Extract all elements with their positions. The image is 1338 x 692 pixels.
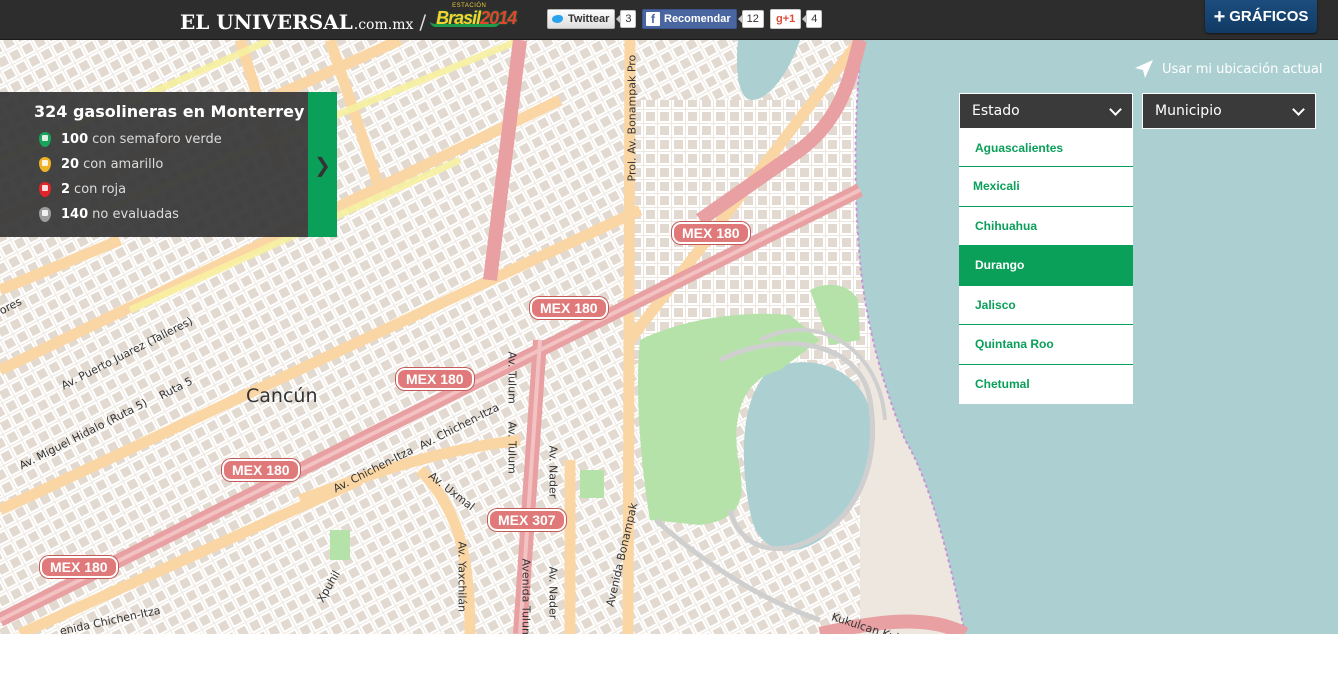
estado-option[interactable]: Aguascalientes xyxy=(959,129,1133,167)
twitter-label: Twittear xyxy=(568,13,610,25)
highway-shield-mex180: MEX 180 xyxy=(396,368,474,390)
street-label: Av. Nader xyxy=(546,445,560,499)
twitter-bird-icon xyxy=(551,13,565,25)
graficos-button[interactable]: + GRÁFICOS xyxy=(1205,0,1317,33)
street-label: Av. Nader xyxy=(546,566,560,620)
gas-pin-yellow-icon xyxy=(39,157,51,172)
municipio-select[interactable]: Municipio xyxy=(1142,93,1316,129)
brand-domain: .com.mx xyxy=(353,17,414,33)
stat-row-yellow: 20 con amarillo xyxy=(34,152,308,177)
top-bar: EL UNIVERSAL .com.mx / ESTACIÓN Brasil20… xyxy=(0,0,1338,40)
brasil-2014-logo[interactable]: ESTACIÓN Brasil2014 xyxy=(430,3,520,29)
estado-option[interactable]: Mexicali xyxy=(959,167,1133,207)
estado-option[interactable]: Chetumal xyxy=(959,364,1133,404)
use-my-location-button[interactable]: Usar mi ubicación actual xyxy=(1134,59,1322,79)
stat-row-green: 100 con semaforo verde xyxy=(34,127,308,152)
logo-swoosh xyxy=(430,21,501,27)
facebook-count: 12 xyxy=(737,10,764,28)
stat-label: con roja xyxy=(74,182,127,197)
twitter-share: Twittear 3 xyxy=(547,9,637,29)
plus-icon: + xyxy=(1213,5,1226,28)
brand-name: EL UNIVERSAL xyxy=(180,10,353,34)
estado-select-label: Estado xyxy=(972,103,1020,119)
twitter-count: 3 xyxy=(616,10,637,28)
facebook-share: f Recomendar 12 xyxy=(642,9,764,29)
stat-count: 100 xyxy=(61,132,89,147)
location-arrow-icon xyxy=(1135,60,1153,78)
use-my-location-label: Usar mi ubicación actual xyxy=(1162,61,1323,77)
gas-pin-green-icon xyxy=(39,132,51,147)
gas-pin-gray-icon xyxy=(39,207,51,222)
estado-option-selected[interactable]: Durango xyxy=(959,246,1133,286)
stat-count: 140 xyxy=(61,207,89,222)
chevron-down-icon xyxy=(1109,103,1122,116)
gplus-share: g+1 4 xyxy=(770,9,823,29)
gas-pin-red-icon xyxy=(39,182,51,197)
park-tiny-2 xyxy=(580,470,604,498)
graficos-label: GRÁFICOS xyxy=(1229,8,1309,25)
estado-option[interactable]: Jalisco xyxy=(959,285,1133,325)
stat-row-gray: 140 no evaluadas xyxy=(34,202,308,227)
street-label: Av. Tulum xyxy=(505,351,519,404)
stat-row-red: 2 con roja xyxy=(34,177,308,202)
estado-option[interactable]: Chihuahua xyxy=(959,206,1133,246)
estado-select[interactable]: Estado xyxy=(959,93,1133,129)
highway-shield-mex180: MEX 180 xyxy=(40,556,118,578)
highway-shield-mex180: MEX 180 xyxy=(222,459,300,481)
street-label: Avenida Tulum xyxy=(519,558,533,635)
stat-count: 20 xyxy=(61,157,80,172)
gplus-button[interactable]: g+1 xyxy=(770,9,802,29)
park-tiny xyxy=(330,530,350,560)
stat-label: con amarillo xyxy=(83,157,164,172)
brand-separator: / xyxy=(419,10,427,34)
stats-panel: 324 gasolineras en Monterrey 100 con sem… xyxy=(0,92,308,237)
chevron-down-icon xyxy=(1292,103,1305,116)
street-label: Av. Yaxchilán xyxy=(455,541,469,613)
estado-option[interactable]: Quintana Roo xyxy=(959,325,1133,365)
stats-title: 324 gasolineras en Monterrey xyxy=(34,102,305,121)
street-label: Av. Tulum xyxy=(505,421,519,474)
estado-dropdown-list: Aguascalientes Mexicali Chihuahua Durang… xyxy=(959,129,1133,404)
stat-label: no evaluadas xyxy=(92,207,179,222)
highway-shield-mex180: MEX 180 xyxy=(672,222,750,244)
site-brand[interactable]: EL UNIVERSAL .com.mx / ESTACIÓN Brasil20… xyxy=(180,3,520,34)
stats-collapse-button[interactable]: ❯ xyxy=(308,92,337,237)
street-label: Prol. Av. Bonampak Pro xyxy=(625,54,639,182)
stat-count: 2 xyxy=(61,182,71,197)
facebook-f-icon: f xyxy=(646,12,660,26)
facebook-label: Recomendar xyxy=(664,13,731,25)
highway-shield-mex307: MEX 307 xyxy=(488,509,566,531)
municipio-select-label: Municipio xyxy=(1155,103,1222,119)
facebook-recommend-button[interactable]: f Recomendar xyxy=(642,9,737,29)
gplus-count: 4 xyxy=(802,10,823,28)
city-label: Cancún xyxy=(246,385,318,407)
highway-shield-mex180: MEX 180 xyxy=(530,297,608,319)
twitter-button[interactable]: Twittear xyxy=(547,9,616,29)
stat-label: con semaforo verde xyxy=(92,132,222,147)
